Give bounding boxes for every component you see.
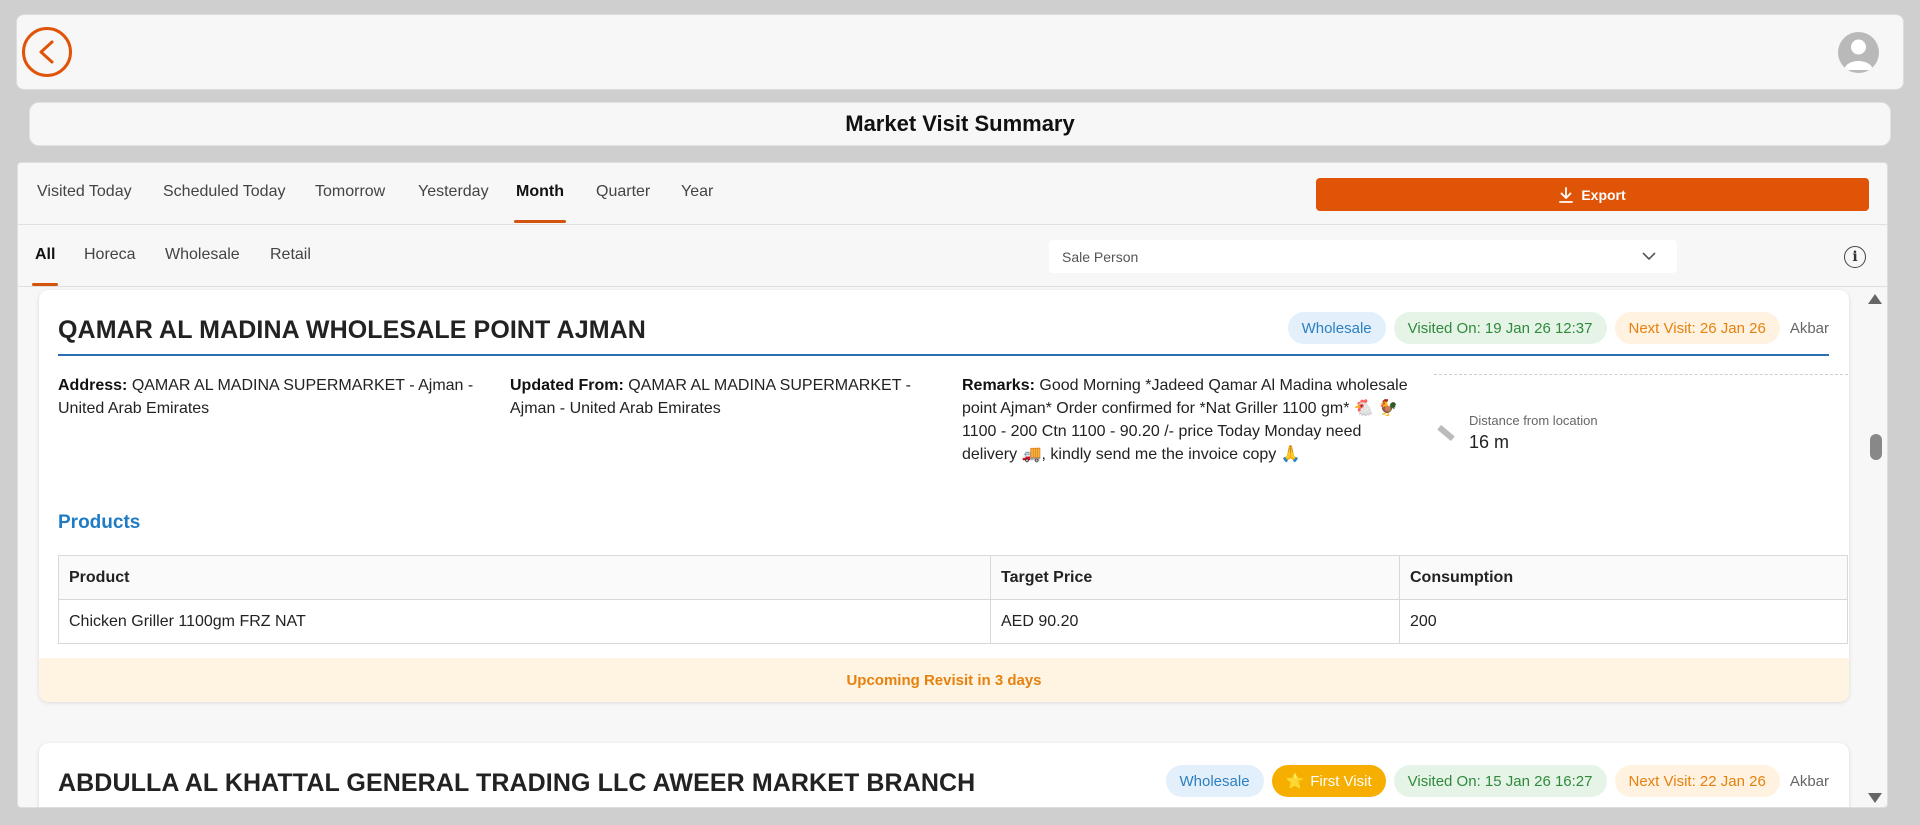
tab-yesterday[interactable]: Yesterday bbox=[418, 183, 489, 223]
distance-label: Distance from location bbox=[1469, 413, 1598, 428]
type-badge: Wholesale bbox=[1287, 312, 1386, 344]
tab-tomorrow[interactable]: Tomorrow bbox=[315, 183, 385, 223]
column-header: Product bbox=[58, 555, 991, 600]
visit-badges: Wholesale ⭐ First Visit Visited On: 15 J… bbox=[1165, 765, 1829, 797]
sale-person-select[interactable]: Sale Person bbox=[1049, 240, 1677, 273]
category-tabs: All Horeca Wholesale Retail Sale Person … bbox=[18, 225, 1887, 287]
ruler-icon bbox=[1437, 425, 1455, 441]
table-row: Chicken Griller 1100gm FRZ NAT AED 90.20… bbox=[58, 599, 1848, 644]
address-label: Address: bbox=[58, 377, 128, 394]
products-heading: Products bbox=[58, 512, 141, 533]
upcoming-revisit-banner: Upcoming Revisit in 3 days bbox=[39, 658, 1849, 702]
visit-card: QAMAR AL MADINA WHOLESALE POINT AJMAN Wh… bbox=[39, 290, 1849, 702]
next-visit-badge: Next Visit: 22 Jan 26 bbox=[1614, 765, 1780, 797]
updated-from-field: Updated From: QAMAR AL MADINA SUPERMARKE… bbox=[510, 374, 950, 420]
visited-on-badge: Visited On: 15 Jan 26 16:27 bbox=[1393, 765, 1607, 797]
remarks-label: Remarks: bbox=[962, 377, 1035, 394]
column-header: Target Price bbox=[990, 555, 1400, 600]
remarks-field: Remarks: Good Morning *Jadeed Qamar Al M… bbox=[962, 374, 1412, 466]
top-bar bbox=[16, 14, 1904, 90]
download-icon bbox=[1559, 186, 1574, 203]
visit-badges: Wholesale Visited On: 19 Jan 26 12:37 Ne… bbox=[1287, 312, 1829, 344]
visit-card: ABDULLA AL KHATTAL GENERAL TRADING LLC A… bbox=[39, 743, 1849, 807]
page-title-bar: Market Visit Summary bbox=[29, 102, 1891, 146]
first-visit-badge: ⭐ First Visit bbox=[1271, 765, 1386, 797]
visited-on-badge: Visited On: 19 Jan 26 12:37 bbox=[1393, 312, 1607, 344]
export-button[interactable]: Export bbox=[1316, 178, 1869, 211]
sale-person-name: Akbar bbox=[1789, 772, 1829, 790]
export-label: Export bbox=[1581, 186, 1626, 203]
scrollbar-thumb[interactable] bbox=[1870, 434, 1882, 460]
tab-quarter[interactable]: Quarter bbox=[596, 183, 650, 223]
tab-wholesale[interactable]: Wholesale bbox=[165, 246, 240, 286]
visit-card-header: QAMAR AL MADINA WHOLESALE POINT AJMAN Wh… bbox=[58, 312, 1829, 356]
table-header-row: Product Target Price Consumption bbox=[58, 555, 1848, 600]
updated-from-label: Updated From: bbox=[510, 377, 624, 394]
first-visit-label: First Visit bbox=[1310, 772, 1372, 790]
scroll-up-icon[interactable] bbox=[1868, 294, 1882, 304]
distance-box: Distance from location 16 m bbox=[1434, 374, 1849, 454]
main-panel: Visited Today Scheduled Today Tomorrow Y… bbox=[17, 162, 1888, 808]
back-button[interactable] bbox=[22, 27, 72, 77]
visit-details: Address: QAMAR AL MADINA SUPERMARKET - A… bbox=[58, 374, 1849, 494]
tab-month[interactable]: Month bbox=[514, 183, 566, 223]
star-icon: ⭐ bbox=[1285, 773, 1305, 790]
products-table: Product Target Price Consumption Chicken… bbox=[58, 555, 1848, 644]
info-icon[interactable]: i bbox=[1844, 246, 1866, 268]
consumption-cell: 200 bbox=[1399, 599, 1848, 644]
tab-visited-today[interactable]: Visited Today bbox=[37, 183, 132, 223]
period-tabs: Visited Today Scheduled Today Tomorrow Y… bbox=[18, 163, 1887, 225]
tab-retail[interactable]: Retail bbox=[270, 246, 311, 286]
type-badge: Wholesale bbox=[1165, 765, 1264, 797]
scroll-down-icon[interactable] bbox=[1868, 793, 1882, 803]
tab-all[interactable]: All bbox=[31, 246, 59, 286]
chevron-down-icon bbox=[1642, 252, 1656, 261]
user-avatar-icon[interactable] bbox=[1838, 32, 1879, 73]
column-header: Consumption bbox=[1399, 555, 1848, 600]
visit-card-header: ABDULLA AL KHATTAL GENERAL TRADING LLC A… bbox=[58, 765, 1829, 807]
scrollbar[interactable] bbox=[1867, 288, 1887, 807]
next-visit-badge: Next Visit: 26 Jan 26 bbox=[1614, 312, 1780, 344]
address-field: Address: QAMAR AL MADINA SUPERMARKET - A… bbox=[58, 374, 498, 420]
tab-horeca[interactable]: Horeca bbox=[84, 246, 136, 286]
visit-list: QAMAR AL MADINA WHOLESALE POINT AJMAN Wh… bbox=[18, 288, 1887, 807]
sale-person-placeholder: Sale Person bbox=[1062, 248, 1139, 265]
visit-title: QAMAR AL MADINA WHOLESALE POINT AJMAN bbox=[58, 316, 646, 344]
sale-person-name: Akbar bbox=[1789, 319, 1829, 337]
target-price-cell: AED 90.20 bbox=[990, 599, 1400, 644]
distance-value: 16 m bbox=[1469, 432, 1510, 452]
product-name-cell: Chicken Griller 1100gm FRZ NAT bbox=[58, 599, 991, 644]
tab-year[interactable]: Year bbox=[681, 183, 713, 223]
chevron-left-icon bbox=[39, 40, 54, 64]
page-title: Market Visit Summary bbox=[845, 111, 1075, 136]
visit-title: ABDULLA AL KHATTAL GENERAL TRADING LLC A… bbox=[58, 769, 976, 797]
tab-scheduled-today[interactable]: Scheduled Today bbox=[163, 183, 285, 223]
